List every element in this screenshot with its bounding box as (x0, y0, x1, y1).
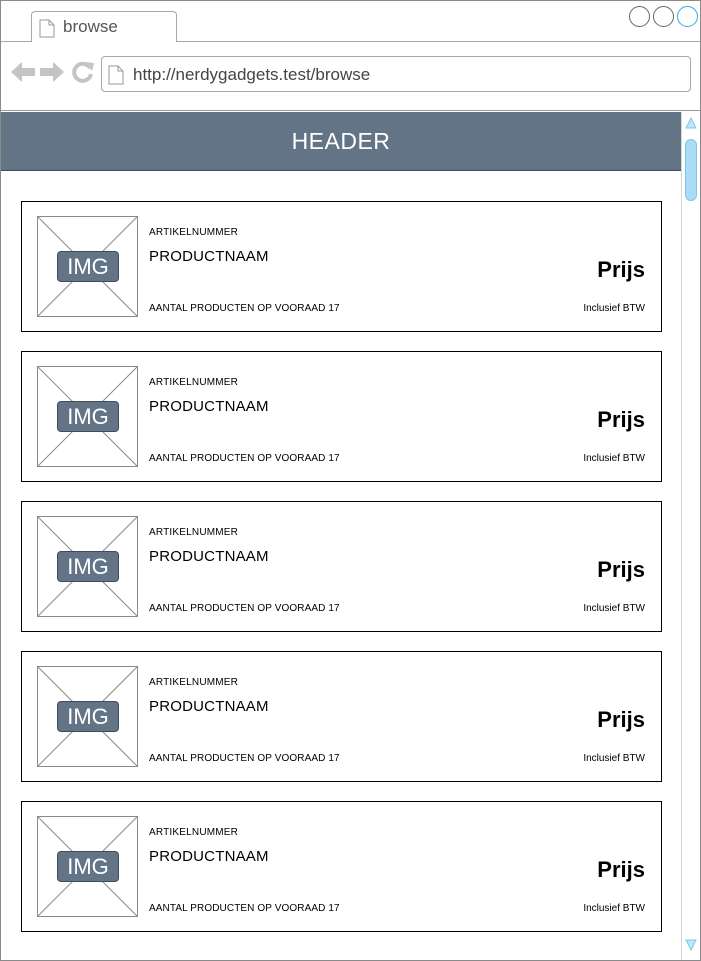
product-price: Prijs (597, 407, 645, 432)
article-number: ARTIKELNUMMER (149, 377, 239, 388)
product-card[interactable]: IMG ARTIKELNUMMER PRODUCTNAAM AANTAL PRODUC… (21, 201, 662, 332)
product-image-placeholder: IMG (37, 816, 138, 917)
page-icon (108, 65, 124, 90)
maximize-button[interactable] (653, 6, 674, 27)
product-image-placeholder: IMG (37, 216, 138, 317)
image-label: IMG (57, 401, 119, 432)
image-label: IMG (57, 551, 119, 582)
vat-note: Inclusief BTW (583, 603, 645, 614)
image-label: IMG (57, 851, 119, 882)
product-price: Prijs (597, 257, 645, 282)
product-card[interactable]: IMG ARTIKELNUMMER PRODUCTNAAM AANTAL PRODUC… (21, 651, 662, 782)
page-header: HEADER (1, 112, 681, 171)
back-button[interactable] (10, 61, 36, 87)
article-number: ARTIKELNUMMER (149, 677, 239, 688)
product-card[interactable]: IMG ARTIKELNUMMER PRODUCTNAAM AANTAL PRODUC… (21, 351, 662, 482)
product-name[interactable]: PRODUCTNAAM (149, 848, 269, 865)
product-image-placeholder: IMG (37, 516, 138, 617)
vat-note: Inclusief BTW (583, 453, 645, 464)
scroll-thumb[interactable] (685, 139, 697, 201)
product-name[interactable]: PRODUCTNAAM (149, 398, 269, 415)
stock-count: AANTAL PRODUCTEN OP VOORAAD 17 (149, 303, 340, 314)
header-title: HEADER (291, 127, 391, 154)
back-arrow-icon (10, 61, 36, 88)
navigation-bar: http://nerdygadgets.test/browse (1, 43, 700, 111)
vertical-scrollbar[interactable] (681, 112, 700, 960)
article-number: ARTIKELNUMMER (149, 527, 239, 538)
product-card[interactable]: IMG ARTIKELNUMMER PRODUCTNAAM AANTAL PRODUC… (21, 801, 662, 932)
vat-note: Inclusief BTW (583, 753, 645, 764)
article-number: ARTIKELNUMMER (149, 227, 239, 238)
browser-window: browse http://nerdygadgets.test/browse H… (0, 0, 701, 961)
reload-icon (71, 60, 95, 89)
article-number: ARTIKELNUMMER (149, 827, 239, 838)
image-label: IMG (57, 701, 119, 732)
forward-arrow-icon (39, 61, 65, 88)
product-name[interactable]: PRODUCTNAAM (149, 248, 269, 265)
tab-strip: browse (1, 1, 700, 42)
vat-note: Inclusief BTW (583, 303, 645, 314)
document-icon (39, 19, 55, 43)
url-text[interactable]: http://nerdygadgets.test/browse (133, 65, 370, 85)
product-name[interactable]: PRODUCTNAAM (149, 548, 269, 565)
image-label: IMG (57, 251, 119, 282)
minimize-button[interactable] (629, 6, 650, 27)
product-price: Prijs (597, 707, 645, 732)
vat-note: Inclusief BTW (583, 903, 645, 914)
stock-count: AANTAL PRODUCTEN OP VOORAAD 17 (149, 753, 340, 764)
product-price: Prijs (597, 857, 645, 882)
tab-label: browse (63, 17, 118, 36)
stock-count: AANTAL PRODUCTEN OP VOORAAD 17 (149, 603, 340, 614)
page-viewport: HEADER IMG ARTIKELNUMMER PRODUCTNAAM AANTAL… (1, 112, 681, 960)
window-controls (629, 6, 698, 27)
scroll-up-arrow-icon[interactable] (685, 116, 697, 134)
product-price: Prijs (597, 557, 645, 582)
stock-count: AANTAL PRODUCTEN OP VOORAAD 17 (149, 453, 340, 464)
reload-button[interactable] (70, 61, 96, 87)
address-bar[interactable]: http://nerdygadgets.test/browse (101, 56, 691, 92)
stock-count: AANTAL PRODUCTEN OP VOORAAD 17 (149, 903, 340, 914)
browser-tab[interactable]: browse (31, 11, 177, 42)
product-image-placeholder: IMG (37, 666, 138, 767)
close-button[interactable] (677, 6, 698, 27)
product-card[interactable]: IMG ARTIKELNUMMER PRODUCTNAAM AANTAL PRODUC… (21, 501, 662, 632)
product-image-placeholder: IMG (37, 366, 138, 467)
forward-button[interactable] (39, 61, 65, 87)
scroll-down-arrow-icon[interactable] (685, 938, 697, 956)
product-name[interactable]: PRODUCTNAAM (149, 698, 269, 715)
